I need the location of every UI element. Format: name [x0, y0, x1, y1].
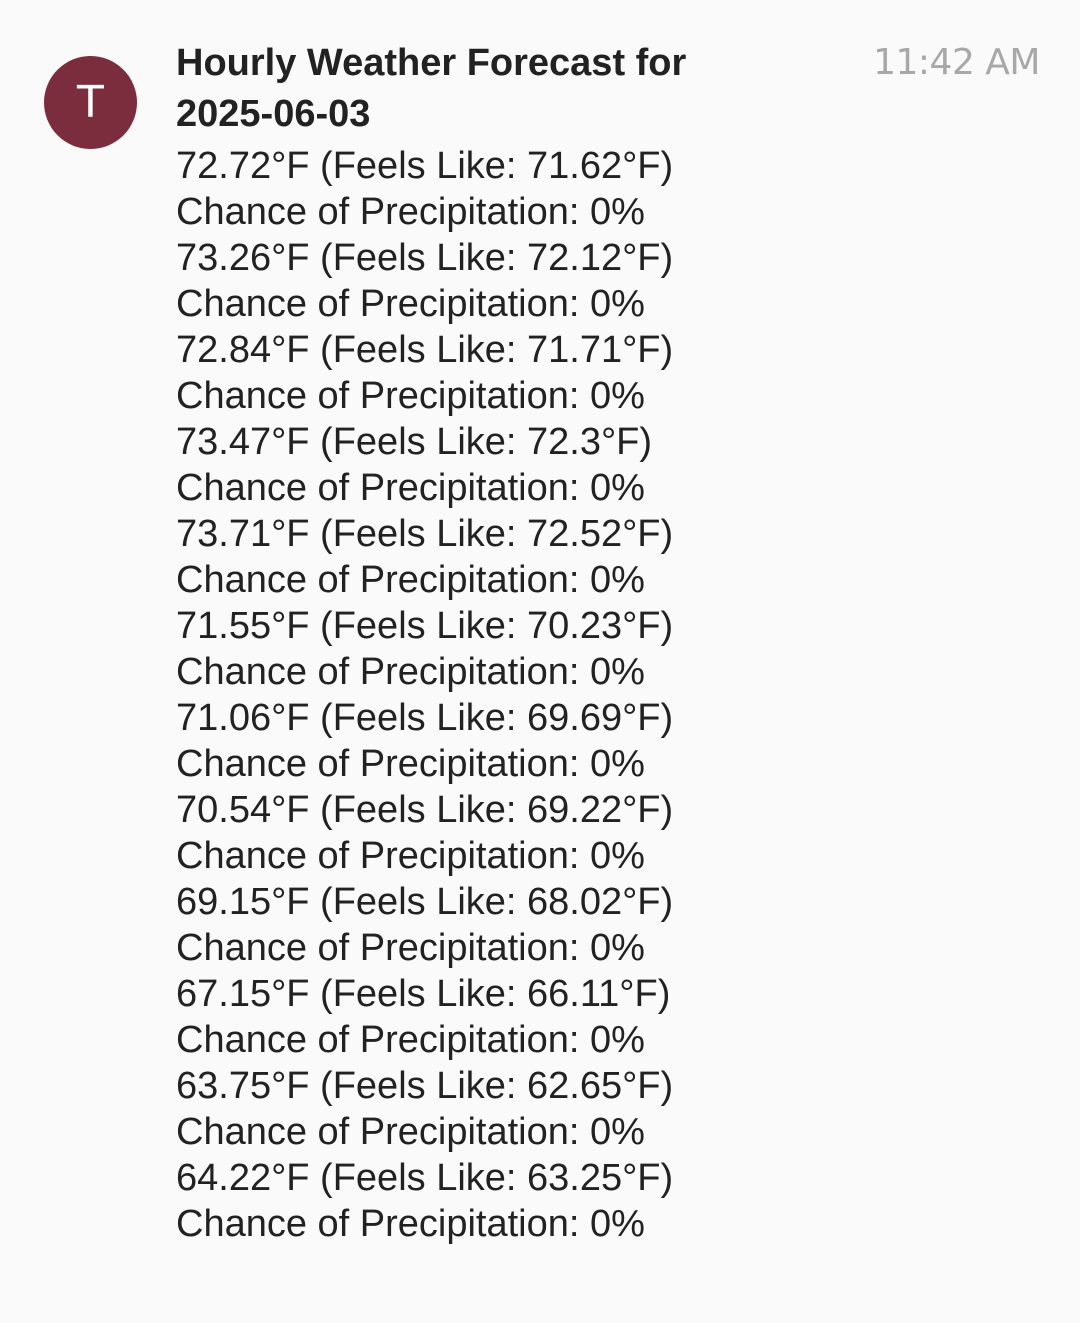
- message-title: Hourly Weather Forecast for 2025-06-03: [176, 38, 876, 140]
- sender-avatar[interactable]: T: [44, 56, 137, 149]
- forecast-list: 72.72°F (Feels Like: 71.62°F) Chance of P…: [176, 143, 876, 1247]
- forecast-temp-line: 73.47°F (Feels Like: 72.3°F): [176, 421, 653, 463]
- forecast-temp-line: 73.71°F (Feels Like: 72.52°F): [176, 513, 674, 555]
- message-body: Hourly Weather Forecast for 2025-06-03 7…: [176, 38, 876, 1247]
- forecast-temp-line: 71.06°F (Feels Like: 69.69°F): [176, 697, 674, 739]
- forecast-temp-line: 73.26°F (Feels Like: 72.12°F): [176, 237, 674, 279]
- forecast-precip-line: Chance of Precipitation: 0%: [176, 743, 645, 785]
- forecast-precip-line: Chance of Precipitation: 0%: [176, 375, 645, 417]
- forecast-temp-line: 67.15°F (Feels Like: 66.11°F): [176, 973, 671, 1015]
- message-timestamp: 11:42 AM: [873, 42, 1040, 83]
- forecast-precip-line: Chance of Precipitation: 0%: [176, 283, 645, 325]
- forecast-precip-line: Chance of Precipitation: 0%: [176, 835, 645, 877]
- forecast-precip-line: Chance of Precipitation: 0%: [176, 467, 645, 509]
- forecast-precip-line: Chance of Precipitation: 0%: [176, 1019, 645, 1061]
- forecast-precip-line: Chance of Precipitation: 0%: [176, 191, 645, 233]
- forecast-temp-line: 63.75°F (Feels Like: 62.65°F): [176, 1065, 674, 1107]
- forecast-temp-line: 71.55°F (Feels Like: 70.23°F): [176, 605, 674, 647]
- title-line-2: 2025-06-03: [176, 93, 371, 135]
- forecast-precip-line: Chance of Precipitation: 0%: [176, 1203, 645, 1245]
- forecast-temp-line: 69.15°F (Feels Like: 68.02°F): [176, 881, 674, 923]
- message-item[interactable]: T 11:42 AM Hourly Weather Forecast for 2…: [0, 0, 1080, 1323]
- forecast-precip-line: Chance of Precipitation: 0%: [176, 651, 645, 693]
- forecast-precip-line: Chance of Precipitation: 0%: [176, 1111, 645, 1153]
- avatar-initial: T: [77, 77, 104, 128]
- forecast-precip-line: Chance of Precipitation: 0%: [176, 559, 645, 601]
- forecast-precip-line: Chance of Precipitation: 0%: [176, 927, 645, 969]
- title-line-1: Hourly Weather Forecast for: [176, 42, 687, 84]
- forecast-temp-line: 64.22°F (Feels Like: 63.25°F): [176, 1157, 674, 1199]
- forecast-temp-line: 72.72°F (Feels Like: 71.62°F): [176, 145, 674, 187]
- forecast-temp-line: 72.84°F (Feels Like: 71.71°F): [176, 329, 674, 371]
- forecast-temp-line: 70.54°F (Feels Like: 69.22°F): [176, 789, 674, 831]
